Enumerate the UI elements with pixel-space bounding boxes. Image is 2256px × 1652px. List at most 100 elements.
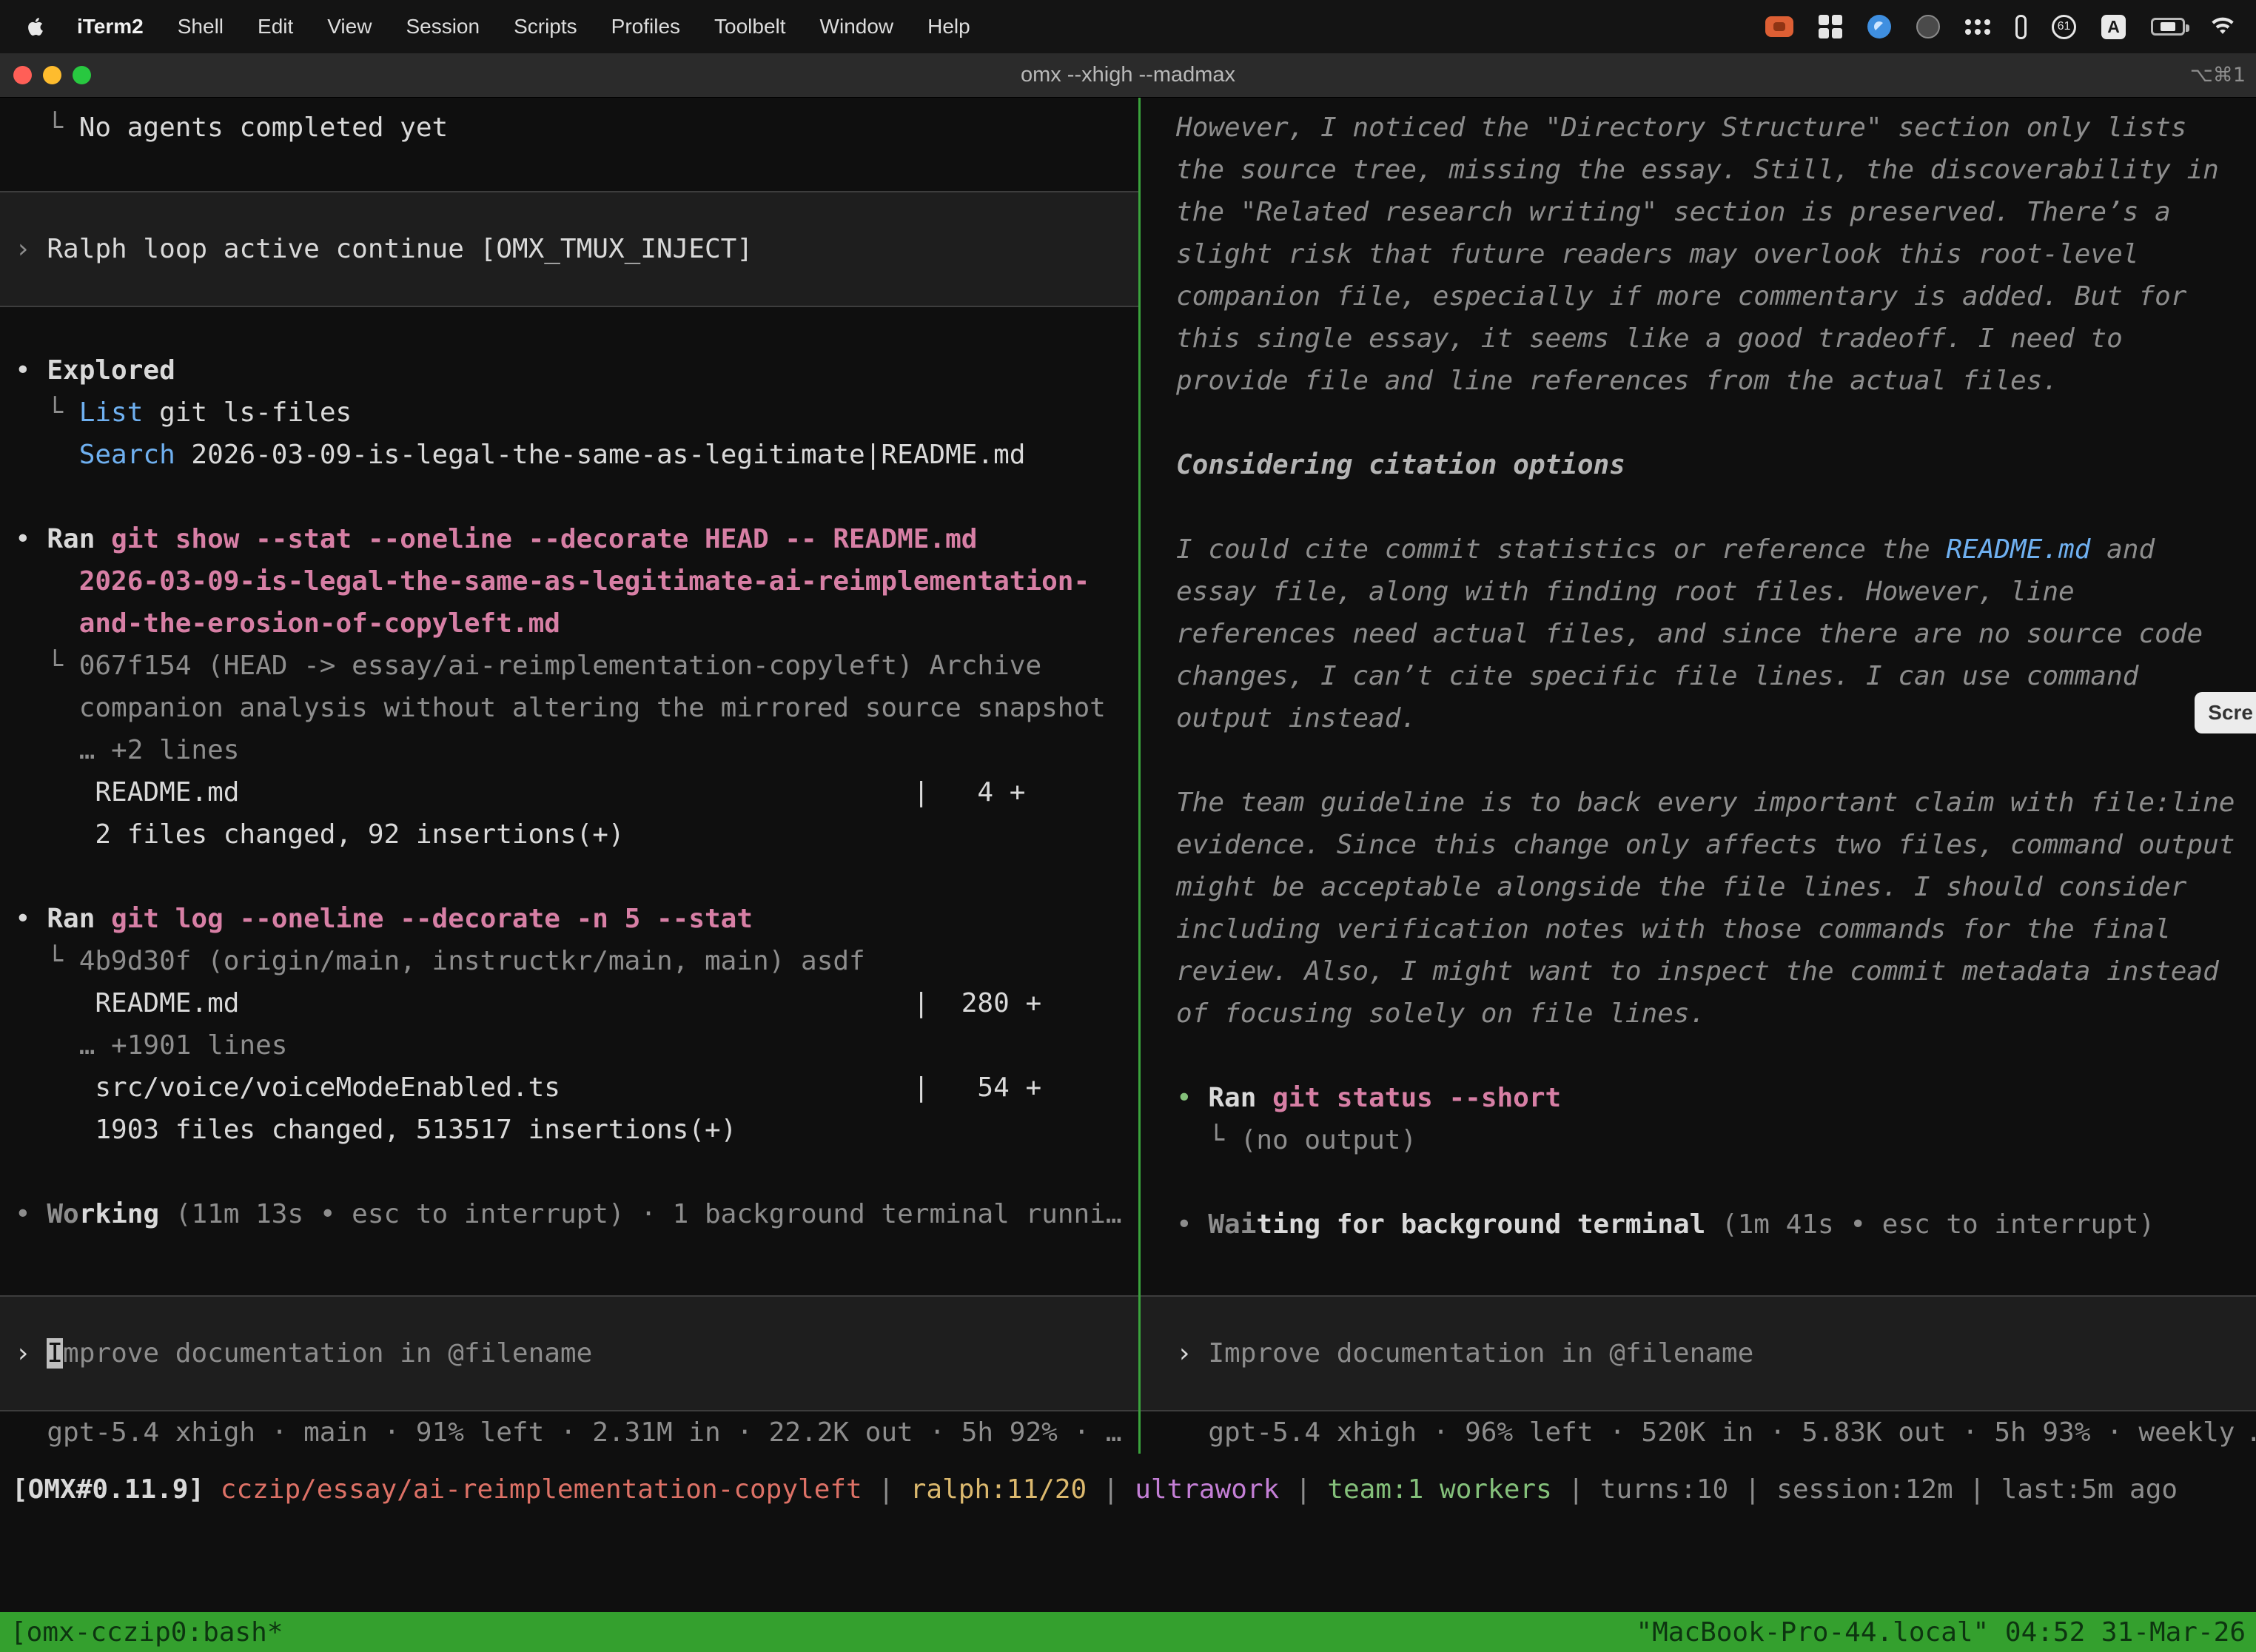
screen-notification[interactable]: Scre: [2195, 692, 2256, 733]
menu-item-scripts[interactable]: Scripts: [514, 15, 577, 38]
traffic-lights: [0, 66, 91, 84]
terminal-line: [0, 149, 1138, 191]
wifi-icon[interactable]: [2210, 17, 2235, 36]
terminal-line: src/voice/voiceModeEnabled.ts | 54 +: [0, 1067, 1138, 1109]
terminal-line: of focusing solely on file lines.: [1141, 993, 2256, 1035]
tmux-session-label: [omx-cczip0:bash*: [10, 1617, 283, 1648]
terminal-line: review. Also, I might want to inspect th…: [1141, 950, 2256, 993]
menu-bar: iTerm2 Shell Edit View Session Scripts Profile…: [0, 0, 2256, 53]
terminal-line: └ No agents completed yet: [0, 107, 1138, 149]
terminal-line: and-the-erosion-of-copyleft.md: [0, 602, 1138, 645]
terminal-line: Search 2026-03-09-is-legal-the-same-as-l…: [0, 434, 1138, 476]
menu-bar-status-area: 61 A: [1765, 15, 2235, 39]
terminal-line: slight risk that future readers may over…: [1141, 233, 2256, 275]
terminal-line: • Ran git log --oneline --decorate -n 5 …: [0, 898, 1138, 940]
session-status-left: gpt-5.4 xhigh · main · 91% left · 2.31M …: [0, 1411, 1138, 1454]
terminal-line: └ List git ls-files: [0, 392, 1138, 434]
queued-message-banner[interactable]: › Ralph loop active continue [OMX_TMUX_I…: [0, 191, 1138, 307]
terminal-line: the source tree, missing the essay. Stil…: [1141, 149, 2256, 191]
compass-icon[interactable]: [1867, 15, 1891, 38]
terminal-line: └ (no output): [1141, 1119, 2256, 1161]
tmux-status-bar: [omx-cczip0:bash* "MacBook-Pro-44.local"…: [0, 1612, 2256, 1652]
terminal-line: • Working (11m 13s • esc to interrupt) ·…: [0, 1193, 1138, 1235]
terminal-line: • Ran git show --stat --oneline --decora…: [0, 518, 1138, 560]
terminal-line: companion file, especially if more comme…: [1141, 275, 2256, 318]
apple-logo-icon[interactable]: [25, 16, 47, 38]
prompt-input-right[interactable]: › Improve documentation in @filename: [1141, 1295, 2256, 1411]
dots-grid-icon[interactable]: [1965, 19, 1990, 35]
menu-item-shell[interactable]: Shell: [178, 15, 224, 38]
close-button[interactable]: [13, 66, 32, 84]
menu-item-iterm2[interactable]: iTerm2: [77, 15, 144, 38]
terminal-line: [0, 1151, 1138, 1193]
right-pane[interactable]: However, I noticed the "Directory Struct…: [1141, 98, 2256, 1454]
terminal-line: However, I noticed the "Directory Struct…: [1141, 107, 2256, 149]
menu-item-window[interactable]: Window: [820, 15, 894, 38]
terminal-line: [0, 476, 1138, 518]
tmux-host-clock: "MacBook-Pro-44.local" 04:52 31-Mar-26: [1636, 1617, 2246, 1648]
gauge-icon[interactable]: 61: [2052, 15, 2076, 39]
terminal-line: essay file, along with finding root file…: [1141, 571, 2256, 613]
menu-item-toolbelt[interactable]: Toolbelt: [714, 15, 786, 38]
menu-item-session[interactable]: Session: [406, 15, 480, 38]
terminal-line: evidence. Since this change only affects…: [1141, 824, 2256, 866]
terminal-line: 2026-03-09-is-legal-the-same-as-legitima…: [0, 560, 1138, 602]
window-titlebar[interactable]: omx --xhigh --madmax ⌥⌘1: [0, 53, 2256, 98]
terminal-line: › Improve documentation in @filename: [0, 1332, 1138, 1374]
grid-icon[interactable]: [1819, 15, 1842, 38]
terminal-line: README.md | 4 +: [0, 771, 1138, 813]
menu-items: iTerm2 Shell Edit View Session Scripts Profile…: [25, 15, 970, 38]
terminal-line: • Ran git status --short: [1141, 1077, 2256, 1119]
terminal-line: [0, 856, 1138, 898]
terminal-line: Considering citation options: [1141, 444, 2256, 486]
terminal-line: output instead.: [1141, 697, 2256, 739]
block-cursor: I: [47, 1338, 63, 1369]
terminal-line: README.md | 280 +: [0, 982, 1138, 1024]
minimize-button[interactable]: [43, 66, 61, 84]
screen-recording-indicator-icon[interactable]: [1765, 16, 1793, 37]
terminal-line: [1141, 1161, 2256, 1203]
menu-item-profiles[interactable]: Profiles: [611, 15, 680, 38]
terminal-line: I could cite commit statistics or refere…: [1141, 528, 2256, 571]
left-pane[interactable]: └ No agents completed yet › Ralph loop ac…: [0, 98, 1138, 1454]
terminal-line: might be acceptable alongside the file l…: [1141, 866, 2256, 908]
terminal-line: └ 4b9d30f (origin/main, instructkr/main,…: [0, 940, 1138, 982]
tmux-window-shortcut: ⌥⌘1: [2190, 64, 2256, 87]
terminal-line: … +2 lines: [0, 729, 1138, 771]
omx-status-line: [OMX#0.11.9] cczip/essay/ai-reimplementa…: [0, 1468, 2256, 1511]
zoom-button[interactable]: [73, 66, 91, 84]
prompt-input-left[interactable]: › Improve documentation in @filename: [0, 1295, 1138, 1411]
terminal-line: 1903 files changed, 513517 insertions(+): [0, 1109, 1138, 1151]
terminal-line: 2 files changed, 92 insertions(+): [0, 813, 1138, 856]
menu-item-view[interactable]: View: [327, 15, 372, 38]
terminal-line: • Explored: [0, 349, 1138, 392]
terminal-line: [1141, 486, 2256, 528]
terminal-line: [1141, 739, 2256, 782]
round-app-icon[interactable]: [1916, 15, 1940, 38]
battery-icon[interactable]: [2151, 18, 2185, 36]
menu-item-edit[interactable]: Edit: [258, 15, 293, 38]
terminal-line: The team guideline is to back every impo…: [1141, 782, 2256, 824]
terminal-line: … +1901 lines: [0, 1024, 1138, 1067]
terminal-line: the "Related research writing" section i…: [1141, 191, 2256, 233]
terminal-line: including verification notes with those …: [1141, 908, 2256, 950]
terminal-line: references need actual files, and since …: [1141, 613, 2256, 655]
terminal-line: • Waiting for background terminal (1m 41…: [1141, 1203, 2256, 1246]
terminal-line: provide file and line references from th…: [1141, 360, 2256, 402]
key-icon[interactable]: [2015, 15, 2027, 39]
input-source-icon[interactable]: A: [2101, 15, 2126, 39]
terminal-line: [1141, 402, 2256, 444]
terminal-window: └ No agents completed yet › Ralph loop ac…: [0, 98, 2256, 1652]
terminal-line: [1141, 1035, 2256, 1077]
tmux-panes: └ No agents completed yet › Ralph loop ac…: [0, 98, 2256, 1454]
window-title: omx --xhigh --madmax: [0, 63, 2256, 87]
terminal-line: › Improve documentation in @filename: [1141, 1332, 2256, 1374]
terminal-line: companion analysis without altering the …: [0, 687, 1138, 729]
menu-item-help[interactable]: Help: [927, 15, 970, 38]
terminal-line: this single essay, it seems like a good …: [1141, 318, 2256, 360]
terminal-line: › Ralph loop active continue [OMX_TMUX_I…: [0, 228, 1138, 270]
terminal-line: changes, I can’t cite specific file line…: [1141, 655, 2256, 697]
terminal-line: └ 067f154 (HEAD -> essay/ai-reimplementa…: [0, 645, 1138, 687]
terminal-line: [0, 307, 1138, 349]
session-status-right: gpt-5.4 xhigh · 96% left · 520K in · 5.8…: [1141, 1411, 2256, 1454]
